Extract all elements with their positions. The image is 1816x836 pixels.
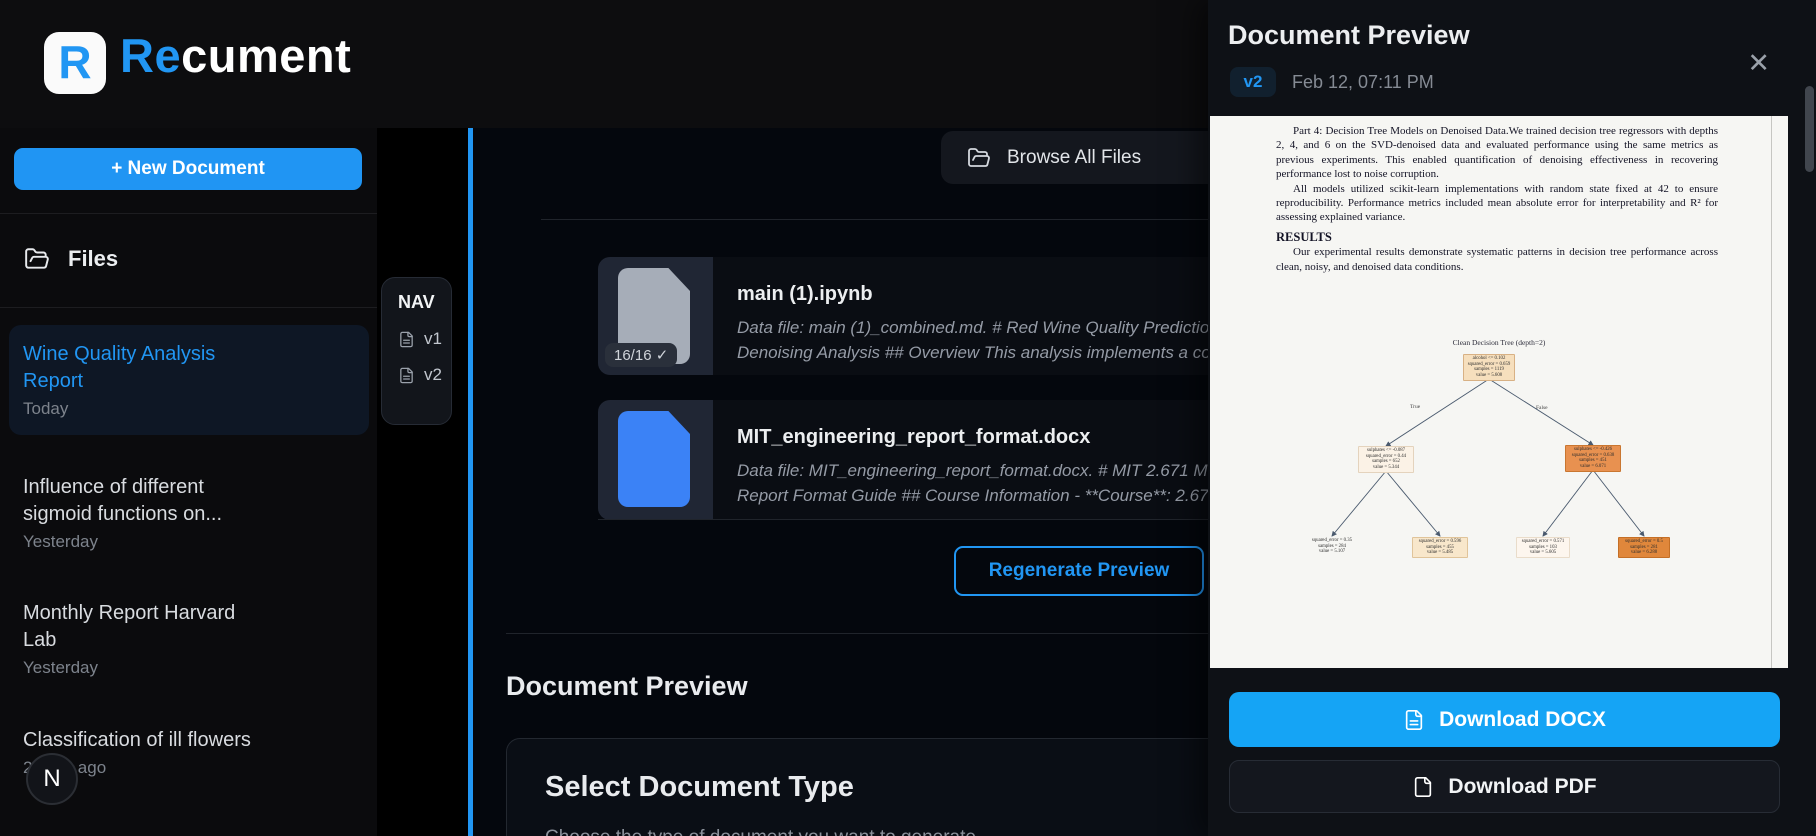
nav-version-popup: NAV v1 v2: [381, 277, 452, 425]
file-thumbnail: 16/16 ✓: [598, 257, 713, 375]
window-scrollbar-thumb[interactable]: [1805, 86, 1814, 172]
file-icon: [1415, 776, 1432, 797]
tree-node-leaf4: squared_error = 0.5 samples = 281 value = …: [1618, 537, 1670, 559]
tree-false-label: False: [1536, 405, 1548, 411]
download-docx-button[interactable]: Download DOCX: [1229, 692, 1780, 747]
brand-logo-letter: R: [58, 36, 92, 88]
sidebar-item-date: Yesterday: [23, 532, 98, 551]
tree-node-left: sulphates <= -0.087 squared_error = 0.44 s…: [1358, 446, 1414, 473]
document-page-preview: Part 4: Decision Tree Models on Denoised…: [1210, 116, 1788, 668]
tree-node-root: alcohol <= 0.102 squared_error = 0.659 sam…: [1463, 354, 1515, 381]
user-avatar[interactable]: N: [26, 753, 78, 805]
browse-button-label: Browse All Files: [1007, 146, 1142, 168]
download-pdf-label: Download PDF: [1448, 774, 1597, 798]
sidebar-item-title: Classification of ill flowers: [23, 729, 251, 751]
new-document-button[interactable]: + New Document: [14, 148, 362, 190]
sidebar: + New Document Files Wine Quality Analys…: [0, 128, 377, 836]
file-lines-icon: [1405, 709, 1423, 730]
tree-node-leaf3: squared_error = 0.571 samples = 103 value …: [1516, 537, 1570, 559]
accent-divider-line: [468, 128, 473, 836]
file-icon: [618, 411, 690, 507]
panel-title: Document Preview: [1228, 20, 1470, 50]
preview-timestamp: Feb 12, 07:11 PM: [1292, 72, 1434, 92]
tree-node-right: sulphates <= -0.426 squared_error = 0.638…: [1565, 445, 1621, 472]
select-type-subtitle: Choose the type of document you want to …: [545, 827, 976, 836]
version-badge: v2: [1230, 67, 1276, 97]
app-window: R Recument + New Document Files Wine Qua…: [0, 0, 1816, 836]
sidebar-item-title: Wine Quality Analysis Report: [23, 343, 216, 392]
regenerate-preview-button[interactable]: Regenerate Preview: [954, 546, 1204, 596]
nav-item-v1[interactable]: v1: [398, 329, 451, 349]
nav-item-label: v2: [424, 365, 442, 384]
document-preview-heading: Document Preview: [506, 671, 748, 701]
sidebar-item-date: Yesterday: [23, 658, 98, 677]
files-label: Files: [68, 246, 119, 271]
sidebar-divider: [0, 213, 377, 214]
file-lines-icon: [400, 331, 413, 347]
nav-item-label: v1: [424, 329, 442, 348]
download-docx-label: Download DOCX: [1439, 707, 1606, 731]
sidebar-item-date: Today: [23, 399, 69, 418]
tree-edges: [1331, 378, 1645, 537]
sidebar-item-wine-quality[interactable]: Wine Quality Analysis Report Today: [9, 325, 369, 435]
tree-node-leaf1: squared_error = 0.35 samples = 284 value =…: [1311, 538, 1353, 555]
sidebar-divider: [0, 307, 377, 308]
sidebar-item-monthly-report[interactable]: Monthly Report Harvard Lab Yesterday: [9, 584, 369, 694]
tree-node-leaf2: squared_error = 0.596 samples = 455 value …: [1412, 537, 1468, 559]
files-section-header: Files: [24, 246, 118, 272]
tree-true-label: True: [1410, 404, 1421, 410]
progress-badge: 16/16 ✓: [605, 343, 678, 367]
avatar-initial: N: [43, 765, 61, 792]
brand-name-suffix: cument: [181, 29, 352, 82]
download-pdf-button[interactable]: Download PDF: [1229, 760, 1780, 813]
folder-open-icon: [25, 248, 49, 269]
sidebar-item-title: Monthly Report Harvard Lab: [23, 602, 236, 651]
folder-open-icon: [968, 147, 990, 167]
document-preview-panel: Document Preview v2 Feb 12, 07:11 PM ✕ P…: [1208, 0, 1816, 836]
page-scroll-divider: [1771, 116, 1772, 668]
brand-logo: R: [44, 32, 106, 94]
brand-wordmark: Recument: [120, 28, 351, 83]
brand-name-prefix: Re: [120, 29, 182, 82]
select-type-heading: Select Document Type: [545, 771, 854, 803]
sidebar-item-sigmoid[interactable]: Influence of different sigmoid functions …: [9, 458, 369, 568]
sidebar-item-title: Influence of different sigmoid functions …: [23, 476, 222, 525]
file-lines-icon: [400, 367, 413, 383]
nav-item-v2[interactable]: v2: [398, 365, 451, 385]
nav-popup-title: NAV: [398, 292, 435, 312]
file-thumbnail: [598, 400, 713, 520]
decision-tree-figure: alcohol <= 0.102 squared_error = 0.659 sam…: [1210, 116, 1788, 668]
close-icon[interactable]: ✕: [1747, 50, 1770, 77]
